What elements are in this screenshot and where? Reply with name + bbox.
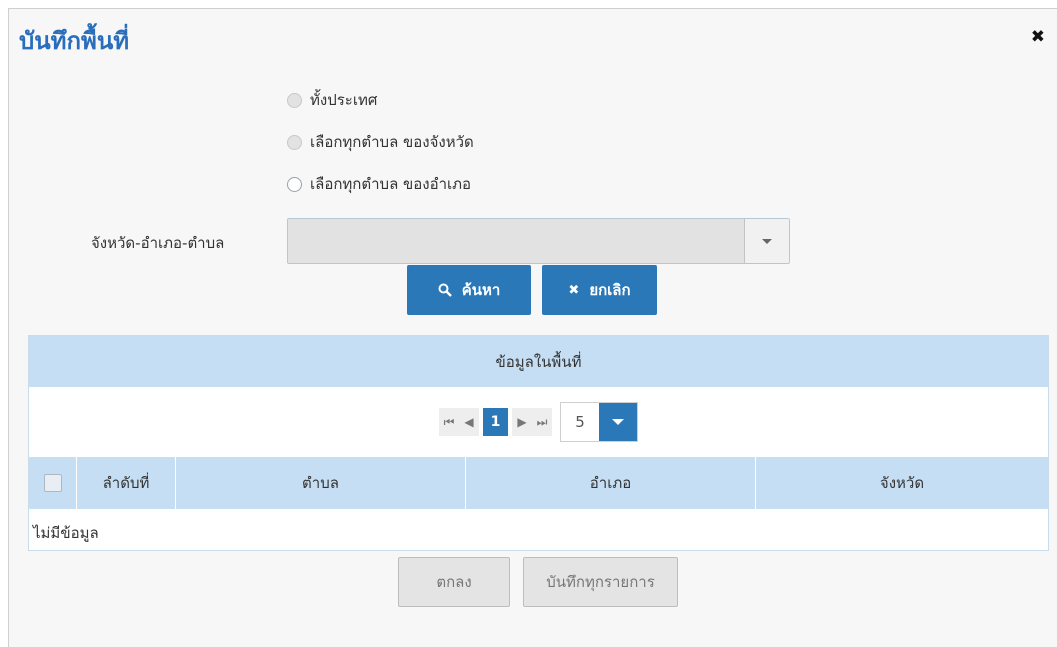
first-page-icon[interactable]: ⏮ — [439, 408, 459, 436]
page-size-dropdown-button[interactable] — [599, 403, 637, 441]
ok-button[interactable]: ตกลง — [398, 557, 510, 607]
column-header-subdistrict[interactable]: ตำบล — [176, 457, 466, 509]
chevron-down-icon — [612, 419, 624, 425]
save-all-button[interactable]: บันทึกทุกรายการ — [523, 557, 678, 607]
grid-caption: ข้อมูลในพื้นที่ — [29, 336, 1048, 387]
chevron-down-icon — [762, 238, 772, 244]
area-combobox[interactable] — [287, 218, 790, 264]
radio-button[interactable] — [287, 134, 302, 150]
select-all-cell — [29, 457, 77, 509]
grid-pager: ⏮ ◀ 1 ▶ ⏭ 5 — [29, 387, 1048, 457]
cancel-button[interactable]: ✖ ยกเลิก — [542, 265, 657, 315]
column-header-order[interactable]: ลำดับที่ — [77, 457, 176, 509]
area-field-label: จังหวัด-อำเภอ-ตำบล — [91, 234, 225, 252]
cancel-button-label: ยกเลิก — [589, 281, 631, 299]
close-icon: ✖ — [568, 282, 580, 298]
radio-option-nationwide[interactable]: ทั้งประเทศ — [287, 89, 377, 111]
last-page-icon[interactable]: ⏭ — [532, 408, 552, 436]
grid-header-row: ลำดับที่ ตำบล อำเภอ จังหวัด — [29, 457, 1048, 509]
column-header-province[interactable]: จังหวัด — [756, 457, 1048, 509]
radio-label: เลือกทุกตำบล ของจังหวัด — [310, 133, 474, 151]
page-size-select[interactable]: 5 — [560, 402, 638, 442]
radio-label: ทั้งประเทศ — [310, 91, 378, 109]
page-size-value: 5 — [575, 413, 585, 431]
save-area-dialog: บันทึกพื้นที่ ✖ ทั้งประเทศ เลือกทุกตำบล … — [8, 8, 1057, 647]
dialog-title: บันทึกพื้นที่ — [19, 27, 130, 55]
next-page-icon[interactable]: ▶ — [512, 408, 532, 436]
radio-label: เลือกทุกตำบล ของอำเภอ — [310, 175, 472, 193]
column-header-district[interactable]: อำเภอ — [466, 457, 756, 509]
search-icon — [438, 283, 452, 297]
radio-button[interactable] — [287, 176, 302, 192]
select-all-checkbox[interactable] — [43, 474, 62, 492]
radio-option-province[interactable]: เลือกทุกตำบล ของจังหวัด — [287, 131, 474, 153]
close-icon[interactable]: ✖ — [1031, 27, 1045, 47]
search-button-label: ค้นหา — [461, 281, 501, 299]
current-page-number[interactable]: 1 — [483, 408, 508, 436]
combobox-toggle-button[interactable] — [744, 219, 789, 263]
search-button[interactable]: ค้นหา — [407, 265, 531, 315]
area-data-grid: ข้อมูลในพื้นที่ ⏮ ◀ 1 ▶ ⏭ 5 ลำดับที่ ตำบ… — [28, 335, 1049, 551]
radio-button[interactable] — [287, 92, 302, 108]
grid-empty-text: ไม่มีข้อมูล — [33, 524, 99, 542]
radio-option-district[interactable]: เลือกทุกตำบล ของอำเภอ — [287, 173, 471, 195]
previous-page-icon[interactable]: ◀ — [459, 408, 479, 436]
